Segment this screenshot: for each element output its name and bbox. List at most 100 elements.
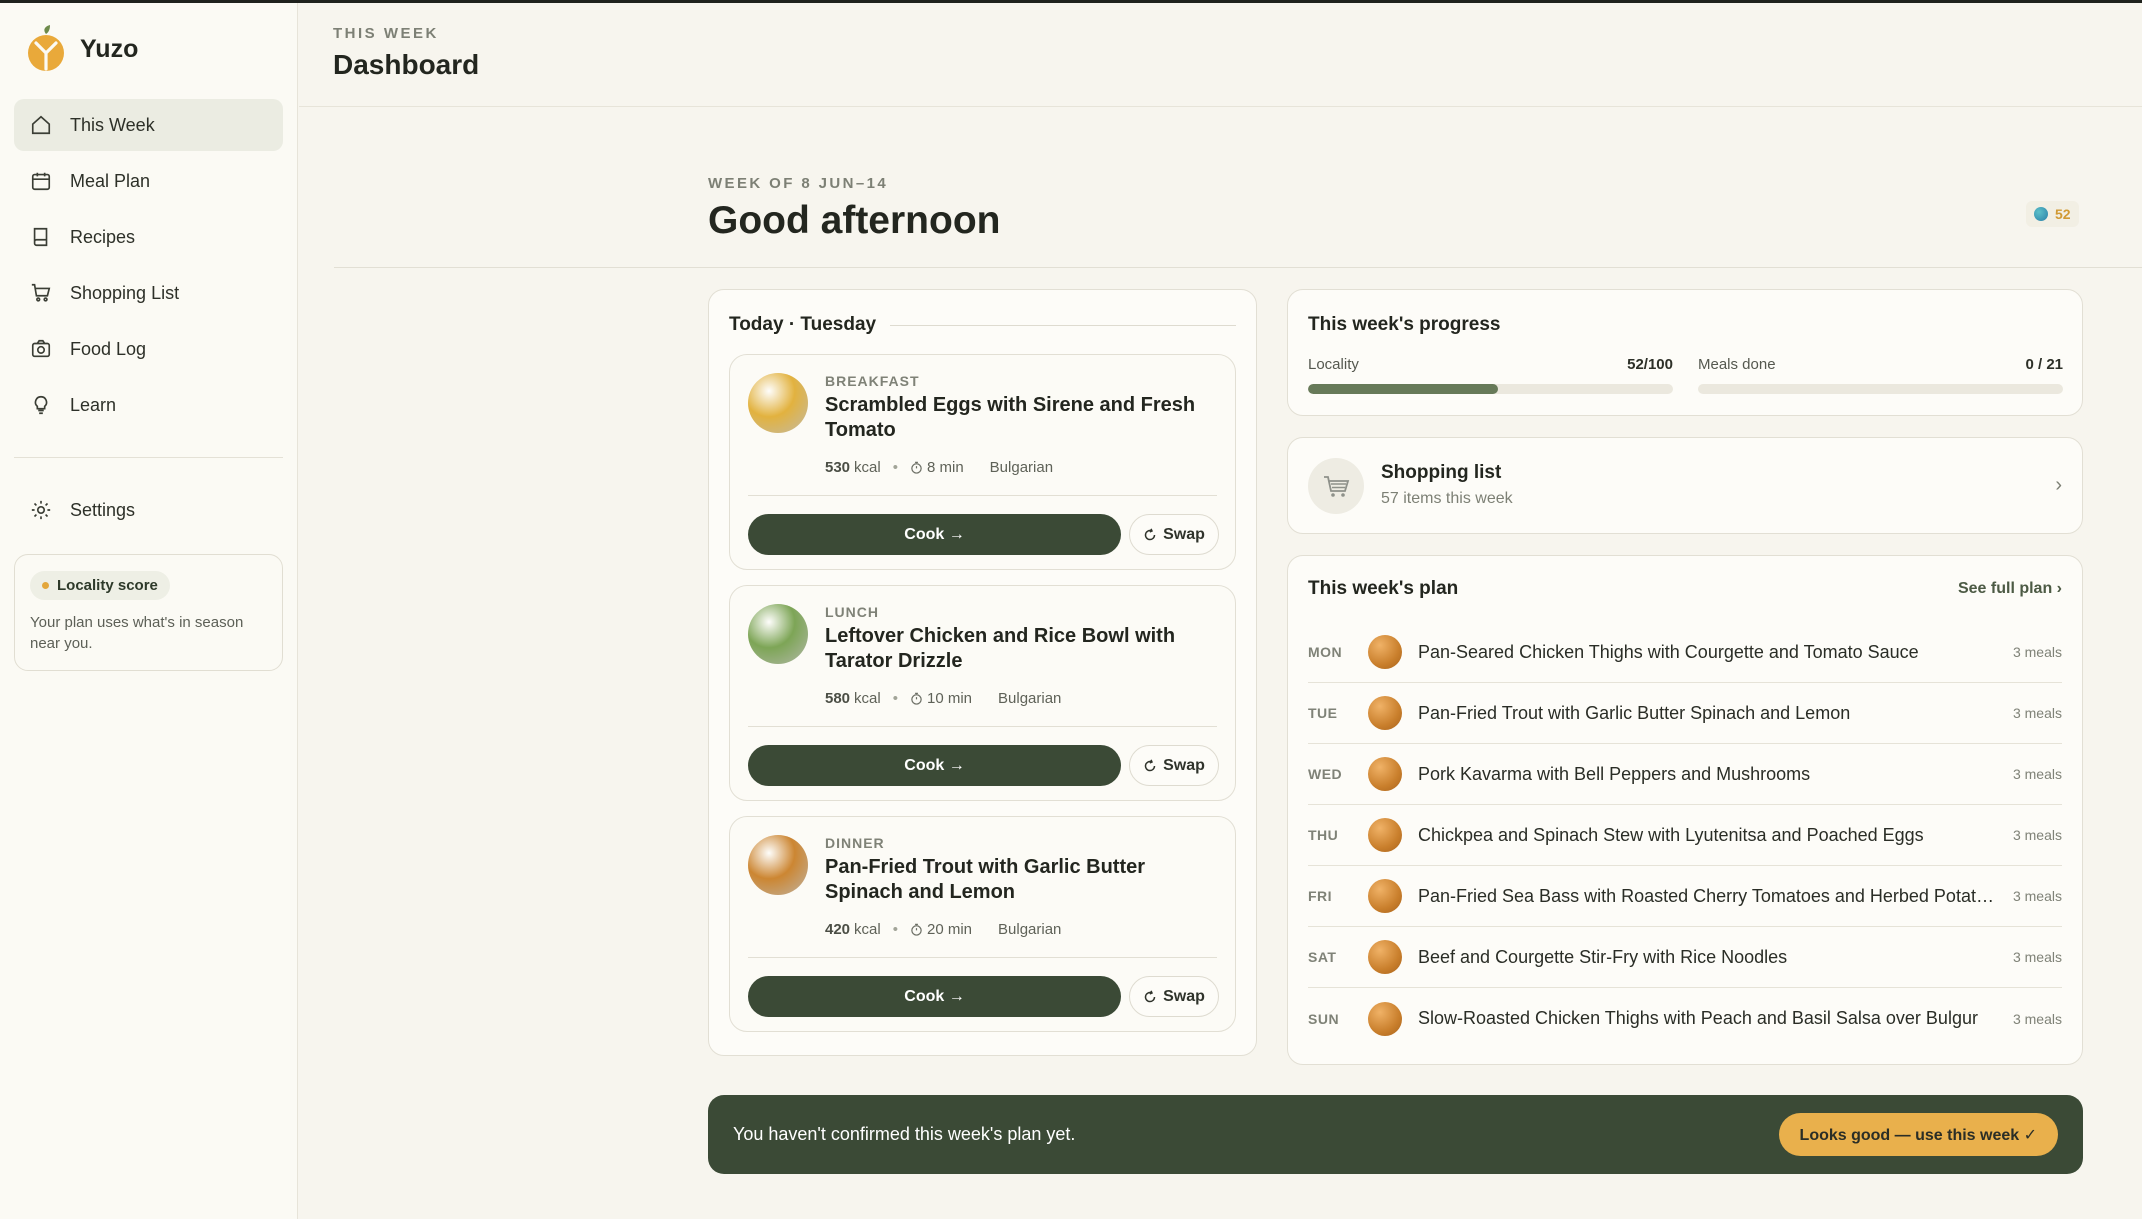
meal-name: Leftover Chicken and Rice Bowl with Tara…: [825, 625, 1176, 672]
plan-day: SUN: [1308, 1010, 1340, 1027]
see-full-plan-link[interactable]: See full plan ›: [1958, 580, 2062, 598]
locality-score-chip[interactable]: 52: [2026, 201, 2079, 227]
progress-label: Locality: [1308, 356, 1359, 373]
plan-meal-count: 3 meals: [2012, 888, 2062, 904]
kcal-unit: kcal: [854, 921, 881, 938]
sidebar-nav: This Week Meal Plan Recipes Shopping Lis…: [0, 95, 297, 431]
sidebar-item-settings[interactable]: Settings: [14, 484, 283, 536]
sidebar-item-label: Learn: [70, 394, 117, 415]
brand[interactable]: Yuzo: [0, 3, 297, 95]
dot-icon: [42, 582, 49, 589]
meta-separator: •: [892, 921, 898, 938]
plan-row-sat[interactable]: SAT Beef and Courgette Stir-Fry with Ric…: [1308, 927, 2062, 988]
header-rule: [890, 324, 1236, 326]
sidebar-item-label: Recipes: [70, 226, 136, 247]
meal-card-breakfast: BREAKFAST Scrambled Eggs with Sirene and…: [729, 354, 1236, 570]
plan-list: MON Pan-Seared Chicken Thighs with Courg…: [1308, 622, 2062, 1049]
plan-meal-count: 3 meals: [2012, 949, 2062, 965]
meal-divider: [748, 726, 1217, 727]
meal-thumbnail: [1368, 940, 1402, 974]
plan-meal-name: Slow-Roasted Chicken Thighs with Peach a…: [1418, 1008, 1978, 1028]
sidebar-item-recipes[interactable]: Recipes: [14, 211, 283, 263]
plan-title: This week's plan: [1308, 578, 1459, 599]
plan-meal-count: 3 meals: [2012, 766, 2062, 782]
swap-button[interactable]: Swap: [1129, 745, 1219, 786]
locality-progress: Locality 52/100: [1308, 356, 1673, 394]
progress-track: [1308, 384, 1673, 394]
plan-day: MON: [1308, 644, 1343, 660]
meal-thumbnail: [1368, 1001, 1402, 1036]
progress-value: 52/100: [1627, 356, 1673, 373]
plan-row-mon[interactable]: MON Pan-Seared Chicken Thighs with Courg…: [1308, 622, 2062, 683]
home-icon: [30, 114, 52, 136]
sidebar-item-food-log[interactable]: Food Log: [14, 323, 283, 375]
confirm-week-button[interactable]: Looks good — use this week ✓: [1778, 1113, 2058, 1156]
meta-separator: •: [892, 459, 898, 476]
sidebar-item-meal-plan[interactable]: Meal Plan: [14, 155, 283, 207]
progress-track: [1698, 384, 2063, 394]
plan-meal-name: Pan-Seared Chicken Thighs with Courgette…: [1418, 641, 1919, 662]
sidebar-item-label: Shopping List: [70, 282, 180, 303]
meal-divider: [748, 957, 1217, 958]
swap-button[interactable]: Swap: [1129, 976, 1219, 1017]
cart-icon: [1308, 458, 1364, 514]
gear-icon: [30, 499, 52, 521]
calendar-icon: [30, 170, 52, 192]
locality-score-card: Locality score Your plan uses what's in …: [14, 554, 283, 671]
today-header: Today · Tuesday: [729, 314, 1236, 336]
plan-day: SAT: [1308, 949, 1337, 965]
plan-meal-count: 3 meals: [2012, 827, 2062, 843]
greeting-title: Good afternoon: [708, 199, 1001, 242]
meal-time: 8 min: [926, 459, 964, 476]
plan-row-thu[interactable]: THU Chickpea and Spinach Stew with Lyute…: [1308, 805, 2062, 866]
meal-type: BREAKFAST: [825, 373, 920, 389]
plan-row-fri[interactable]: FRI Pan-Fried Sea Bass with Roasted Cher…: [1308, 866, 2062, 927]
plan-day: WED: [1308, 766, 1343, 782]
progress-fill: [1308, 384, 1498, 394]
refresh-icon: [1144, 758, 1156, 771]
sidebar-item-label: Meal Plan: [70, 170, 151, 191]
meal-cuisine: Bulgarian: [998, 921, 1062, 938]
sidebar-divider: [14, 457, 283, 458]
swap-button[interactable]: Swap: [1129, 514, 1219, 555]
cook-button[interactable]: Cook →: [748, 514, 1121, 555]
globe-icon: [2034, 207, 2048, 221]
plan-meal-count: 3 meals: [2012, 1010, 2062, 1027]
shopping-list-card[interactable]: Shopping list 57 items this week ›: [1287, 437, 2083, 534]
book-icon: [30, 226, 52, 248]
plan-meal-name: Pan-Fried Sea Bass with Roasted Cherry T…: [1418, 885, 2005, 906]
cook-button[interactable]: Cook →: [748, 745, 1121, 786]
meal-name: Scrambled Eggs with Sirene and Fresh Tom…: [825, 394, 1196, 441]
meal-thumbnail: [1368, 879, 1402, 913]
meal-meta: 580 kcal • 10 min Bulgarian: [825, 690, 1061, 707]
swap-label: Swap: [1163, 525, 1205, 543]
plan-meal-count: 3 meals: [2012, 644, 2062, 660]
sidebar-item-learn[interactable]: Learn: [14, 379, 283, 431]
sidebar-item-this-week[interactable]: This Week: [14, 99, 283, 151]
meal-kcal: 530: [825, 459, 851, 476]
week-range: WEEK OF 8 JUN–14: [708, 175, 889, 192]
locality-description: Your plan uses what's in season near you…: [30, 614, 244, 652]
meal-name: Pan-Fried Trout with Garlic Butter Spina…: [825, 856, 1146, 903]
plan-day: TUE: [1308, 705, 1338, 721]
meal-thumbnail: [748, 373, 808, 433]
meal-time: 20 min: [926, 921, 973, 938]
plan-row-sun[interactable]: SUN Slow-Roasted Chicken Thighs with Pea…: [1308, 988, 2062, 1049]
meal-kcal: 580: [825, 690, 851, 707]
progress-value: 0 / 21: [2025, 356, 2063, 373]
score-value: 52: [2055, 206, 2071, 222]
meal-divider: [748, 495, 1217, 496]
meals-done-progress: Meals done 0 / 21: [1698, 356, 2063, 394]
camera-icon: [30, 338, 52, 360]
cook-button[interactable]: Cook →: [748, 976, 1121, 1017]
yuzo-logo-icon: [28, 25, 64, 71]
meal-kcal: 420: [825, 921, 851, 938]
kcal-unit: kcal: [854, 690, 881, 707]
locality-score-badge: Locality score: [30, 571, 170, 600]
plan-row-wed[interactable]: WED Pork Kavarma with Bell Peppers and M…: [1308, 744, 2062, 805]
plan-row-tue[interactable]: TUE Pan-Fried Trout with Garlic Butter S…: [1308, 683, 2062, 744]
sidebar: Yuzo This Week Meal Plan Recipes Shoppin…: [0, 3, 298, 1219]
sidebar-item-shopping-list[interactable]: Shopping List: [14, 267, 283, 319]
shopping-list-title: Shopping list: [1381, 462, 1502, 483]
meal-thumbnail: [1368, 757, 1402, 791]
